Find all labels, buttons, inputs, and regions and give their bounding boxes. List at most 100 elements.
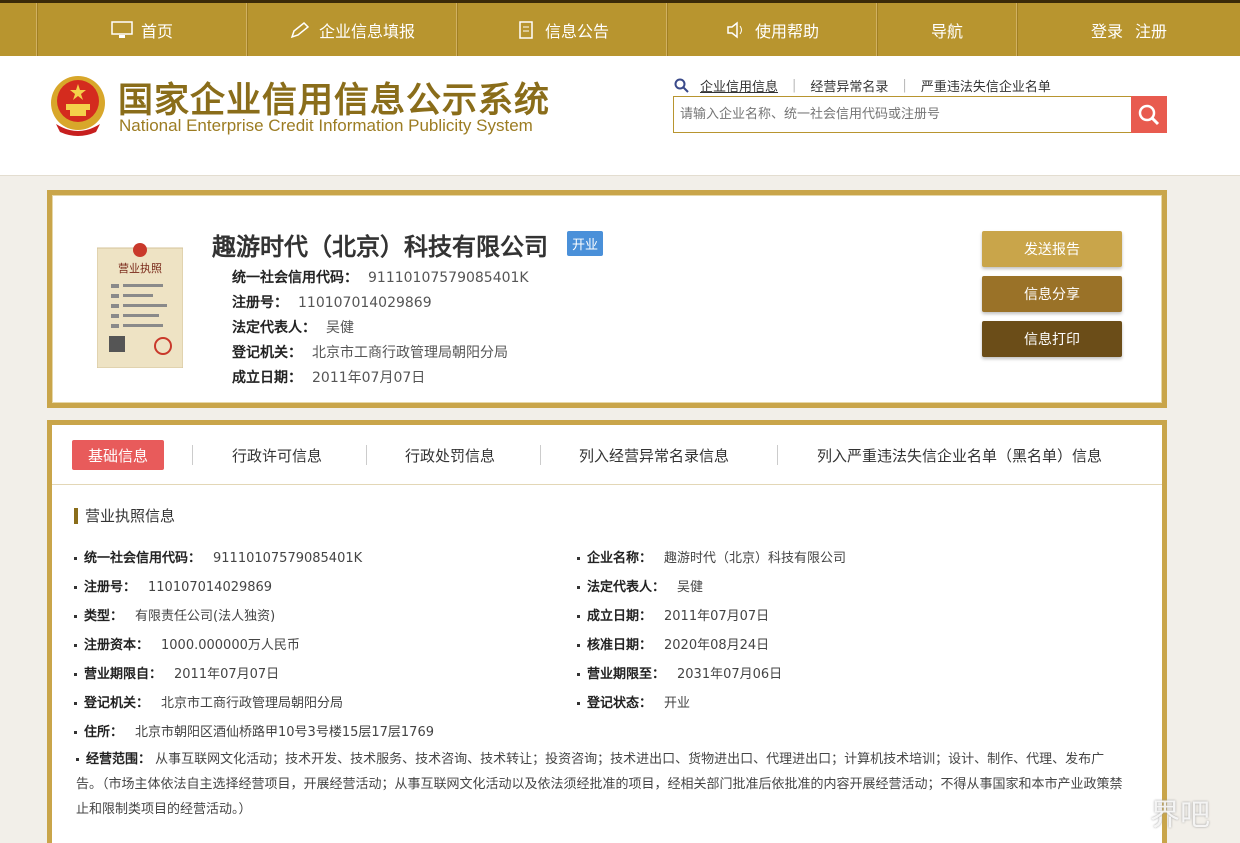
summary-field: 统一社会信用代码： 91110107579085401K <box>232 267 529 287</box>
field-value: 从事互联网文化活动；技术开发、技术服务、技术咨询、技术转让；投资咨询；技术进出口… <box>76 752 1123 817</box>
tab-abnormal-list[interactable]: 列入经营异常名录信息 <box>579 440 729 470</box>
search-button[interactable] <box>1131 96 1167 133</box>
speaker-icon <box>727 20 742 39</box>
detail-row: 注册资本： 1000.000000万人民币 <box>74 634 300 653</box>
tab-basic-info[interactable]: 基础信息 <box>72 440 165 470</box>
field-value: 91110107579085401K <box>368 270 529 286</box>
detail-row: 类型： 有限责任公司(法人独资) <box>74 605 275 624</box>
nav-item-announcements[interactable]: 信息公告 <box>457 3 667 56</box>
site-header: 国家企业信用信息公示系统 National Enterprise Credit … <box>0 56 1240 176</box>
field-value: 2011年07月07日 <box>312 370 426 386</box>
nav-item-label: 首页 <box>140 21 173 41</box>
field-value: 2020年08月24日 <box>664 638 770 653</box>
search-link-blacklist[interactable]: 严重违法失信企业名单 <box>921 76 1051 95</box>
field-label: 登记状态： <box>587 696 653 711</box>
field-label: 注册号： <box>232 295 288 311</box>
field-label: 统一社会信用代码： <box>232 270 358 286</box>
field-value: 110107014029869 <box>298 295 432 311</box>
detail-row: 核准日期： 2020年08月24日 <box>577 634 769 653</box>
summary-field: 注册号： 110107014029869 <box>232 292 432 312</box>
divider: | <box>792 78 797 93</box>
field-value: 110107014029869 <box>148 580 273 595</box>
business-license-image[interactable]: 营业执照 <box>97 240 183 368</box>
bullet <box>76 758 79 761</box>
detail-row: 营业期限至： 2031年07月06日 <box>577 663 782 682</box>
print-info-button[interactable]: 信息打印 <box>982 321 1122 357</box>
summary-field: 法定代表人： 吴健 <box>232 317 354 337</box>
register-link[interactable]: 注册 <box>1135 18 1167 42</box>
nav-item-help[interactable]: 使用帮助 <box>667 3 877 56</box>
bullet <box>74 731 77 734</box>
field-value: 北京市朝阳区酒仙桥路甲10号3号楼15层17层1769 <box>135 725 434 740</box>
field-label: 核准日期： <box>587 638 653 653</box>
search-link-abnormal-list[interactable]: 经营异常名录 <box>810 76 888 95</box>
tab-blacklist[interactable]: 列入严重违法失信企业名单（黑名单）信息 <box>817 440 1102 470</box>
company-summary-card: 营业执照 趣游时代（北京）科技有限公司 开业 统一社会信用代码： 91110107… <box>47 190 1167 408</box>
detail-row: 成立日期： 2011年07月07日 <box>577 605 769 624</box>
detail-row: 住所： 北京市朝阳区酒仙桥路甲10号3号楼15层17层1769 <box>74 721 434 740</box>
detail-row: 企业名称： 趣游时代（北京）科技有限公司 <box>577 547 846 566</box>
business-scope: 经营范围： 从事互联网文化活动；技术开发、技术服务、技术咨询、技术转让；投资咨询… <box>76 747 1126 822</box>
field-label: 住所： <box>84 725 124 740</box>
details-panel: 基础信息 行政许可信息 行政处罚信息 列入经营异常名录信息 列入严重违法失信企业… <box>47 420 1167 843</box>
search-box <box>673 96 1167 133</box>
field-label: 法定代表人： <box>587 580 666 595</box>
field-value: 1000.000000万人民币 <box>161 638 300 653</box>
bullet <box>577 557 580 560</box>
national-emblem-icon <box>51 76 105 136</box>
nav-item-label: 使用帮助 <box>754 21 819 41</box>
field-value: 91110107579085401K <box>213 551 363 566</box>
field-value: 趣游时代（北京）科技有限公司 <box>664 551 847 566</box>
field-label: 注册号： <box>84 580 137 595</box>
field-label: 经营范围： <box>86 752 152 767</box>
send-report-button[interactable]: 发送报告 <box>982 231 1122 267</box>
bullet <box>74 557 77 560</box>
tab-admin-penalty[interactable]: 行政处罚信息 <box>405 440 495 470</box>
bullet <box>577 702 580 705</box>
nav-spacer <box>0 3 37 56</box>
nav-item-label: 企业信息填报 <box>318 21 415 41</box>
search-type-links: 企业信用信息 | 经营异常名录 | 严重违法失信企业名单 <box>674 76 1051 95</box>
section-title: 营业执照信息 <box>74 508 175 524</box>
field-label: 营业期限自： <box>84 667 163 682</box>
field-value: 开业 <box>664 696 691 711</box>
site-subtitle: National Enterprise Credit Information P… <box>119 116 533 135</box>
field-value: 吴健 <box>677 580 704 595</box>
field-value: 2011年07月07日 <box>174 667 280 682</box>
tab-divider <box>192 445 193 465</box>
share-info-button[interactable]: 信息分享 <box>982 276 1122 312</box>
field-value: 2011年07月07日 <box>664 609 770 624</box>
nav-auth: 登录 注册 <box>1017 3 1240 56</box>
login-link[interactable]: 登录 <box>1091 18 1123 42</box>
nav-item-home[interactable]: 首页 <box>37 3 247 56</box>
bullet <box>74 702 77 705</box>
bullet <box>74 586 77 589</box>
field-label: 成立日期： <box>232 370 302 386</box>
status-badge: 开业 <box>567 231 604 256</box>
field-label: 成立日期： <box>587 609 653 624</box>
nav-item-fill-info[interactable]: 企业信息填报 <box>247 3 457 56</box>
field-label: 类型： <box>84 609 124 624</box>
detail-row: 统一社会信用代码： 91110107579085401K <box>74 547 362 566</box>
divider: | <box>902 78 907 93</box>
bullet <box>74 673 77 676</box>
tab-admin-license[interactable]: 行政许可信息 <box>232 440 322 470</box>
detail-row: 登记机关： 北京市工商行政管理局朝阳分局 <box>74 692 343 711</box>
watermark: 界吧 <box>1150 798 1210 833</box>
summary-field: 成立日期： 2011年07月07日 <box>232 367 425 387</box>
field-value: 吴健 <box>326 320 354 336</box>
field-label: 注册资本： <box>84 638 150 653</box>
nav-item-label: 导航 <box>930 21 963 41</box>
info-tabs: 基础信息 行政许可信息 行政处罚信息 列入经营异常名录信息 列入严重违法失信企业… <box>52 425 1162 485</box>
summary-field: 登记机关： 北京市工商行政管理局朝阳分局 <box>232 342 508 362</box>
field-label: 法定代表人： <box>232 320 316 336</box>
search-input[interactable] <box>674 97 1124 132</box>
field-label: 登记机关： <box>84 696 150 711</box>
bullet <box>74 644 77 647</box>
field-label: 登记机关： <box>232 345 302 361</box>
tab-divider <box>777 445 778 465</box>
detail-row: 注册号： 110107014029869 <box>74 576 272 595</box>
nav-item-navigation[interactable]: 导航 <box>877 3 1017 56</box>
top-nav: 首页 企业信息填报 信息公告 使用帮助 导航 登录 注册 <box>0 0 1240 56</box>
search-link-credit-info[interactable]: 企业信用信息 <box>700 76 778 95</box>
